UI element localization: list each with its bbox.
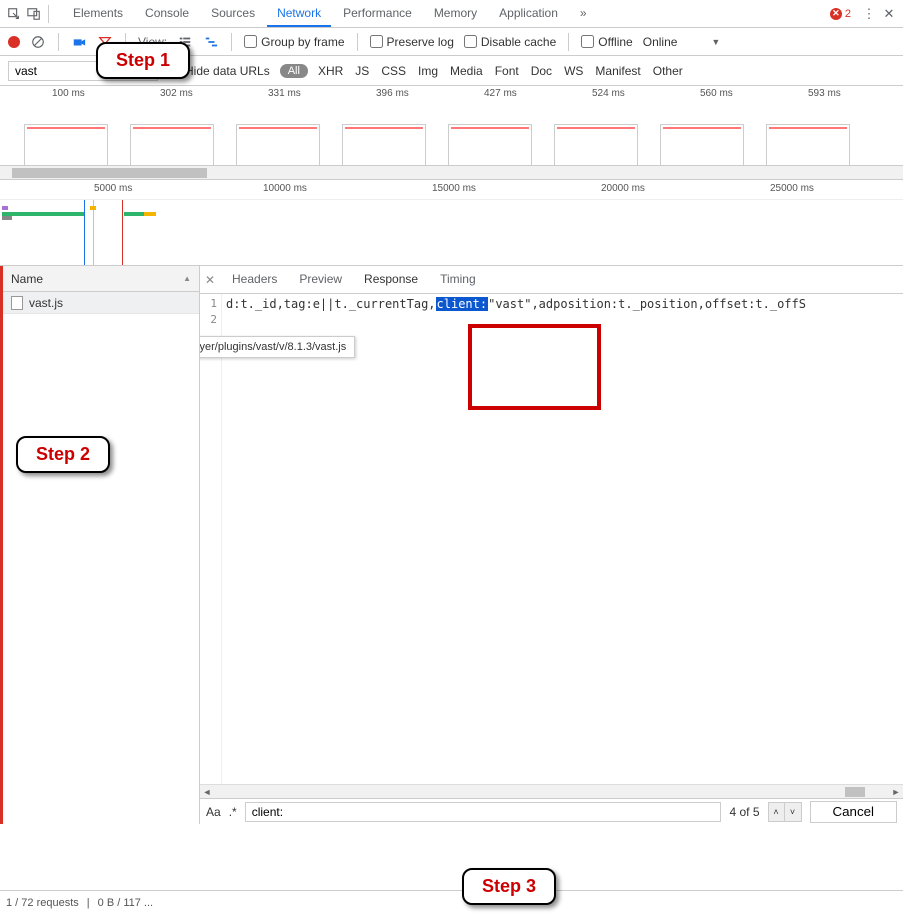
tab-memory[interactable]: Memory bbox=[424, 1, 487, 27]
type-ws[interactable]: WS bbox=[564, 64, 583, 78]
file-icon bbox=[11, 296, 23, 310]
network-main: Name ▲ vast.js ✕ Headers Preview Respons… bbox=[0, 266, 903, 824]
devtools-tabbar: Elements Console Sources Network Perform… bbox=[0, 0, 903, 28]
type-js[interactable]: JS bbox=[355, 64, 369, 78]
status-bar: 1 / 72 requests | 0 B / 117 ... bbox=[0, 890, 903, 914]
filmstrip-ticks: 100 ms 302 ms 331 ms 396 ms 427 ms 524 m… bbox=[0, 86, 903, 104]
requests-count: 1 / 72 requests bbox=[6, 897, 79, 909]
filmstrip-thumb[interactable] bbox=[766, 124, 850, 166]
disable-cache-checkbox[interactable] bbox=[464, 35, 477, 48]
type-css[interactable]: CSS bbox=[381, 64, 406, 78]
separator bbox=[568, 33, 569, 51]
tab-sources[interactable]: Sources bbox=[201, 1, 265, 27]
tab-network[interactable]: Network bbox=[267, 1, 331, 27]
tab-application[interactable]: Application bbox=[489, 1, 568, 27]
filmstrip-thumb[interactable] bbox=[342, 124, 426, 166]
tabs-overflow-icon[interactable]: » bbox=[570, 1, 597, 27]
preserve-log-checkbox[interactable] bbox=[370, 35, 383, 48]
filter-types: XHR JS CSS Img Media Font Doc WS Manifes… bbox=[318, 64, 683, 78]
filmstrip-thumbs bbox=[0, 122, 903, 166]
filmstrip: 100 ms 302 ms 331 ms 396 ms 427 ms 524 m… bbox=[0, 86, 903, 166]
device-toggle-icon[interactable] bbox=[26, 6, 42, 22]
request-name: vast.js bbox=[29, 296, 63, 310]
filmstrip-thumb[interactable] bbox=[24, 124, 108, 166]
request-list-panel: Name ▲ vast.js bbox=[0, 266, 200, 824]
sort-asc-icon: ▲ bbox=[183, 274, 191, 283]
filmstrip-thumb[interactable] bbox=[448, 124, 532, 166]
preserve-log-option[interactable]: Preserve log bbox=[370, 35, 454, 49]
camera-icon[interactable] bbox=[71, 34, 87, 50]
red-highlight-box bbox=[468, 324, 601, 410]
regex-toggle[interactable]: .* bbox=[229, 805, 237, 819]
tab-console[interactable]: Console bbox=[135, 1, 199, 27]
callout-step-1: Step 1 bbox=[96, 42, 190, 79]
type-img[interactable]: Img bbox=[418, 64, 438, 78]
filmstrip-scrollbar[interactable] bbox=[0, 166, 903, 180]
filmstrip-thumb[interactable] bbox=[130, 124, 214, 166]
tab-performance[interactable]: Performance bbox=[333, 1, 422, 27]
group-by-frame-checkbox[interactable] bbox=[244, 35, 257, 48]
waterfall-overview[interactable] bbox=[0, 200, 903, 266]
waterfall-ruler: 5000 ms 10000 ms 15000 ms 20000 ms 25000… bbox=[0, 180, 903, 200]
code-horizontal-scrollbar[interactable]: ◄ ► bbox=[200, 784, 903, 798]
scroll-left-icon[interactable]: ◄ bbox=[200, 785, 214, 799]
scroll-right-icon[interactable]: ► bbox=[889, 785, 903, 799]
filmstrip-thumb[interactable] bbox=[660, 124, 744, 166]
search-highlight: client: bbox=[436, 297, 489, 311]
errors-indicator[interactable]: ✕ 2 bbox=[824, 8, 857, 20]
close-devtools-icon[interactable]: ✕ bbox=[881, 6, 897, 22]
close-detail-icon[interactable]: ✕ bbox=[200, 273, 220, 287]
callout-step-3: Step 3 bbox=[462, 868, 556, 905]
kebab-menu-icon[interactable]: ⋮ bbox=[861, 6, 877, 22]
match-count: 4 of 5 bbox=[729, 805, 759, 819]
request-row-vastjs[interactable]: vast.js bbox=[3, 292, 199, 314]
type-xhr[interactable]: XHR bbox=[318, 64, 343, 78]
offline-option[interactable]: Offline bbox=[581, 35, 632, 49]
group-by-frame-option[interactable]: Group by frame bbox=[244, 35, 344, 49]
inspect-icon[interactable] bbox=[6, 6, 22, 22]
clear-icon[interactable] bbox=[30, 34, 46, 50]
type-media[interactable]: Media bbox=[450, 64, 483, 78]
scrollbar-thumb[interactable] bbox=[845, 787, 865, 797]
offline-checkbox[interactable] bbox=[581, 35, 594, 48]
callout-step-2: Step 2 bbox=[16, 436, 110, 473]
filmstrip-thumb[interactable] bbox=[554, 124, 638, 166]
detail-tab-response[interactable]: Response bbox=[354, 267, 428, 293]
separator bbox=[58, 33, 59, 51]
type-manifest[interactable]: Manifest bbox=[595, 64, 640, 78]
detail-tab-preview[interactable]: Preview bbox=[289, 267, 352, 293]
separator bbox=[48, 5, 49, 23]
separator bbox=[231, 33, 232, 51]
list-header[interactable]: Name ▲ bbox=[3, 266, 199, 292]
type-doc[interactable]: Doc bbox=[531, 64, 552, 78]
throttling-select[interactable]: Online bbox=[643, 35, 678, 49]
request-url-tooltip: https://ssl.p.jwpcdn.com/player/plugins/… bbox=[200, 336, 355, 358]
filter-type-all[interactable]: All bbox=[280, 64, 308, 78]
gutter: 1 2 bbox=[200, 294, 222, 784]
response-search-bar: Aa .* 4 of 5 ˄ ˅ Cancel bbox=[200, 798, 903, 824]
disable-cache-option[interactable]: Disable cache bbox=[464, 35, 556, 49]
errors-count: 2 bbox=[845, 8, 851, 20]
search-next-icon[interactable]: ˅ bbox=[785, 803, 801, 821]
tab-elements[interactable]: Elements bbox=[63, 1, 133, 27]
detail-tab-timing[interactable]: Timing bbox=[430, 267, 486, 293]
search-nav: ˄ ˅ bbox=[768, 802, 802, 822]
filmstrip-thumb[interactable] bbox=[236, 124, 320, 166]
view-waterfall-icon[interactable] bbox=[203, 34, 219, 50]
scrollbar-thumb[interactable] bbox=[12, 168, 207, 178]
search-prev-icon[interactable]: ˄ bbox=[769, 803, 785, 821]
error-icon: ✕ bbox=[830, 8, 842, 20]
type-font[interactable]: Font bbox=[495, 64, 519, 78]
separator bbox=[357, 33, 358, 51]
search-input[interactable] bbox=[245, 802, 722, 822]
match-case-toggle[interactable]: Aa bbox=[206, 805, 221, 819]
detail-tabs: ✕ Headers Preview Response Timing bbox=[200, 266, 903, 294]
search-cancel-button[interactable]: Cancel bbox=[810, 801, 898, 823]
record-icon[interactable] bbox=[8, 36, 20, 48]
transfer-size: 0 B / 117 ... bbox=[98, 897, 153, 909]
detail-tab-headers[interactable]: Headers bbox=[222, 267, 287, 293]
throttling-dropdown-icon[interactable]: ▼ bbox=[711, 37, 720, 47]
type-other[interactable]: Other bbox=[653, 64, 683, 78]
